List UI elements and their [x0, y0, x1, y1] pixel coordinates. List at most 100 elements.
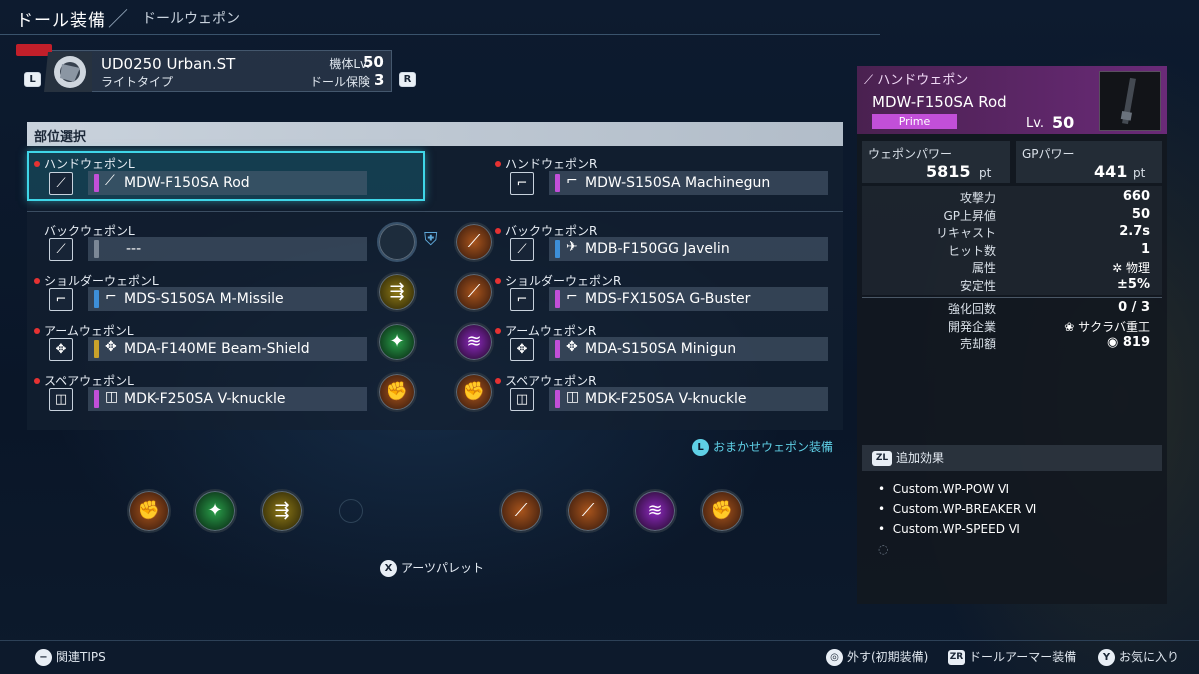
palette-chip-slash-icon[interactable]: ⟋ — [566, 489, 610, 533]
doll-name: UD0250 Urban.ST — [101, 55, 236, 73]
stat-label: 売却額 — [959, 337, 996, 352]
arts-palette-button[interactable]: X アーツパレット — [380, 559, 484, 577]
arts-chip-shield-icon[interactable]: ✦ — [377, 322, 417, 362]
stat-label: 強化回数 — [947, 302, 996, 316]
weapon-name: MDW-S150SA Machinegun — [585, 175, 771, 191]
arts-chip-rapid-icon[interactable]: ≋ — [454, 322, 494, 362]
arts-chip-strike-icon[interactable]: ✊ — [377, 372, 417, 412]
stat-value: 50 — [1131, 206, 1150, 222]
stat-label: 安定性 — [959, 278, 996, 293]
missile-icon: ⌐ — [49, 288, 73, 311]
buster-icon: ⌐ — [566, 289, 578, 305]
gp-power-unit: pt — [1133, 166, 1146, 180]
weapon-level-label: Lv. — [1026, 116, 1045, 131]
effect-text: Custom.WP-POW Ⅵ — [892, 482, 1010, 496]
effects-list: • Custom.WP-POW Ⅵ • Custom.WP-BREAKER Ⅵ … — [878, 479, 1036, 559]
weapon-category: ⟋ ハンドウェポン — [864, 69, 968, 88]
weapon-name: MDK-F250SA V-knuckle — [585, 391, 747, 407]
stat-row: リキャスト 2.7s — [936, 224, 1156, 242]
x-button-icon: X — [380, 560, 397, 577]
palette-chip-strike-icon[interactable]: ✊ — [127, 489, 171, 533]
stats-divider — [862, 297, 1162, 298]
slot-back-l[interactable]: --- — [88, 237, 367, 261]
rod-icon: ⟋ — [105, 173, 115, 189]
required-dot — [495, 328, 501, 334]
doll-level: 50 — [363, 53, 384, 71]
favorite-label: お気に入り — [1119, 650, 1180, 664]
slot-hand-l[interactable]: ⟋ MDW-F150SA Rod — [88, 171, 367, 195]
gp-power-label: GPパワー — [1022, 147, 1075, 161]
slot-back-r[interactable]: ✈ MDB-F150GG Javelin — [549, 237, 828, 261]
slot-label-text: スペアウェポンL — [44, 374, 134, 388]
palette-slot-empty[interactable] — [339, 499, 363, 523]
shield-icon: ✥ — [49, 338, 73, 361]
stat-row: 攻撃力 660 — [936, 189, 1156, 207]
zl-button-icon: ZL — [872, 451, 892, 466]
knuckle-icon: ◫ — [566, 389, 580, 405]
effects-title[interactable]: ZL 追加効果 — [872, 449, 944, 466]
weapon-name: MDS-S150SA M-Missile — [124, 291, 284, 307]
weapon-power-value: 5815 — [926, 162, 971, 181]
required-dot — [495, 378, 501, 384]
weapon-power-label: ウェポンパワー — [868, 147, 953, 161]
tips-label: 関連TIPS — [56, 650, 106, 664]
stat-value: 1 — [1140, 241, 1150, 257]
rarity-stripe — [94, 174, 99, 192]
effect-item: • Custom.WP-SPEED Ⅵ — [878, 522, 1020, 536]
shield-icon: ✥ — [105, 339, 117, 355]
required-dot — [495, 161, 501, 167]
rarity-stripe — [94, 340, 99, 358]
required-dot — [34, 378, 40, 384]
rarity-stripe — [555, 390, 560, 408]
stat-row: GP上昇値 50 — [936, 207, 1156, 225]
prev-doll-button[interactable]: L — [24, 72, 41, 87]
header-divider — [0, 34, 880, 35]
slot-label-text: アームウェポンR — [505, 324, 597, 338]
arts-chip-missile-icon[interactable]: ⇶ — [377, 272, 417, 312]
stat-value: 819 — [1122, 335, 1150, 351]
tips-button[interactable]: − 関連TIPS — [35, 648, 106, 666]
slot-hand-r[interactable]: ⌐ MDW-S150SA Machinegun — [549, 171, 828, 195]
stat-value: 0 / 3 — [1118, 300, 1150, 315]
slot-arm-r[interactable]: ✥ MDA-S150SA Minigun — [549, 337, 828, 361]
weapon-category-icon: ⟋ — [864, 73, 878, 88]
slot-label-text: バックウェポンR — [505, 224, 598, 238]
footer-divider — [0, 640, 1199, 641]
arts-chip-slash-icon[interactable]: ⟋ — [454, 222, 494, 262]
arts-chip-strike-icon[interactable]: ✊ — [454, 372, 494, 412]
breadcrumb-separator: ／ — [108, 7, 128, 31]
remove-label: 外す(初期装備) — [847, 650, 929, 664]
slot-shoulder-l[interactable]: ⌐ MDS-S150SA M-Missile — [88, 287, 367, 311]
back-weapon-icon: ⟋ — [49, 238, 73, 261]
y-button-icon: Y — [1098, 649, 1115, 666]
rarity-stripe — [555, 290, 560, 308]
slot-spare-l[interactable]: ◫ MDK-F250SA V-knuckle — [88, 387, 367, 411]
palette-chip-missile-icon[interactable]: ⇶ — [260, 489, 304, 533]
missile-icon: ⌐ — [105, 289, 117, 305]
effect-item: • Custom.WP-BREAKER Ⅵ — [878, 502, 1037, 516]
doll-level-label: 機体Lv. — [329, 57, 370, 71]
part-select-header: 部位選択 — [27, 122, 843, 146]
effect-text: Custom.WP-BREAKER Ⅵ — [892, 502, 1037, 516]
auto-equip-button[interactable]: L おまかせウェポン装備 — [692, 438, 833, 456]
favorite-button[interactable]: Y お気に入り — [1098, 648, 1179, 666]
slot-arm-l[interactable]: ✥ MDA-F140ME Beam-Shield — [88, 337, 367, 361]
stat-row: 強化回数 0 / 3 — [936, 300, 1156, 318]
slot-spare-r[interactable]: ◫ MDK-F250SA V-knuckle — [549, 387, 828, 411]
stat-row: 開発企業 ❀ サクラバ重工 — [936, 318, 1156, 336]
next-doll-button[interactable]: R — [399, 72, 416, 87]
remove-button[interactable]: ◎ 外す(初期装備) — [826, 648, 928, 666]
javelin-icon: ⟋ — [510, 238, 534, 261]
stat-value: ✲ 物理 — [1112, 261, 1150, 276]
palette-chip-strike-icon[interactable]: ✊ — [700, 489, 744, 533]
palette-chip-shield-icon[interactable]: ✦ — [193, 489, 237, 533]
palette-chip-rapid-icon[interactable]: ≋ — [633, 489, 677, 533]
doll-insurance-label: ドール保険 — [309, 75, 370, 89]
weapon-name: MDA-S150SA Minigun — [585, 341, 737, 357]
armor-button[interactable]: ZR ドールアーマー装備 — [948, 648, 1076, 665]
doll-type: ライトタイプ — [101, 75, 174, 89]
arts-chip-empty[interactable] — [377, 222, 417, 262]
palette-chip-slash-icon[interactable]: ⟋ — [499, 489, 543, 533]
slot-shoulder-r[interactable]: ⌐ MDS-FX150SA G-Buster — [549, 287, 828, 311]
arts-chip-slash-icon[interactable]: ⟋ — [454, 272, 494, 312]
